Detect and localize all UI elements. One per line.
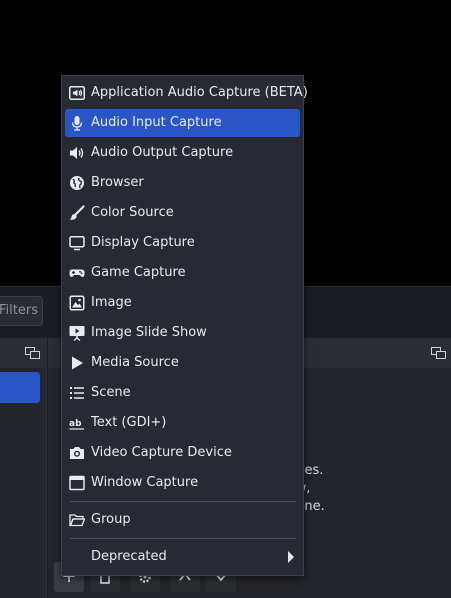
gamepad-icon (69, 269, 85, 277)
menu-item-scene[interactable]: Scene (65, 379, 300, 407)
undock-icon[interactable] (431, 347, 446, 359)
menu-item-color-source[interactable]: Color Source (65, 199, 300, 227)
menu-item-image[interactable]: Image (65, 289, 300, 317)
undock-icon[interactable] (25, 347, 40, 359)
monitor-icon (69, 236, 85, 251)
image-icon (69, 295, 85, 311)
menu-item-image-slide-show[interactable]: Image Slide Show (65, 319, 300, 347)
menu-item-label: Image (91, 295, 132, 310)
paint-brush-icon (69, 205, 85, 220)
menu-item-label: Group (91, 512, 131, 527)
menu-item-audio-output-capture[interactable]: Audio Output Capture (65, 139, 300, 167)
text-icon: ab (69, 419, 84, 430)
svg-text:ab: ab (69, 419, 82, 429)
submenu-arrow-icon (288, 551, 294, 563)
menu-item-label: Text (GDI+) (91, 415, 167, 430)
menu-item-game-capture[interactable]: Game Capture (65, 259, 300, 287)
menu-item-text-gdi[interactable]: ab Text (GDI+) (65, 409, 300, 437)
menu-item-deprecated[interactable]: Deprecated (65, 543, 300, 571)
add-source-menu: Application Audio Capture (BETA) Audio I… (61, 75, 308, 576)
camera-icon (70, 447, 84, 459)
obs-window: Filters urces. low, d one. + (0, 0, 451, 598)
menu-item-video-capture-device[interactable]: Video Capture Device (65, 439, 300, 467)
menu-separator (70, 501, 296, 502)
speaker-icon (70, 147, 84, 159)
menu-item-label: Deprecated (91, 549, 167, 564)
menu-separator (70, 538, 296, 539)
menu-item-label: Application Audio Capture (BETA) (91, 85, 308, 100)
menu-item-label: Media Source (91, 355, 179, 370)
menu-item-label: Audio Output Capture (91, 145, 234, 160)
microphone-icon (71, 116, 83, 131)
menu-item-window-capture[interactable]: Window Capture (65, 469, 300, 497)
app-audio-icon (69, 86, 85, 100)
scene-list-item-selected[interactable] (0, 372, 40, 403)
list-icon (70, 387, 84, 399)
scenes-panel (0, 338, 47, 598)
globe-icon (70, 176, 84, 190)
menu-item-label: Window Capture (91, 475, 199, 490)
scenes-panel-header (0, 338, 46, 368)
menu-item-label: Display Capture (91, 235, 195, 250)
folder-icon (69, 514, 85, 527)
window-icon (69, 475, 85, 491)
menu-item-label: Game Capture (91, 265, 186, 280)
menu-item-label: Audio Input Capture (91, 115, 222, 130)
slideshow-icon (69, 326, 85, 341)
menu-item-label: Browser (91, 175, 144, 190)
menu-item-browser[interactable]: Browser (65, 169, 300, 197)
menu-item-label: Scene (91, 385, 131, 400)
menu-item-label: Video Capture Device (91, 445, 232, 460)
menu-item-display-capture[interactable]: Display Capture (65, 229, 300, 257)
menu-item-label: Image Slide Show (91, 325, 207, 340)
filters-button[interactable]: Filters (0, 296, 43, 326)
menu-item-audio-input-capture[interactable]: Audio Input Capture (65, 109, 300, 137)
menu-item-media-source[interactable]: Media Source (65, 349, 300, 377)
menu-item-label: Color Source (91, 205, 174, 220)
menu-item-group[interactable]: Group (65, 506, 300, 534)
play-icon (72, 356, 83, 370)
menu-item-application-audio-capture[interactable]: Application Audio Capture (BETA) (65, 79, 308, 107)
